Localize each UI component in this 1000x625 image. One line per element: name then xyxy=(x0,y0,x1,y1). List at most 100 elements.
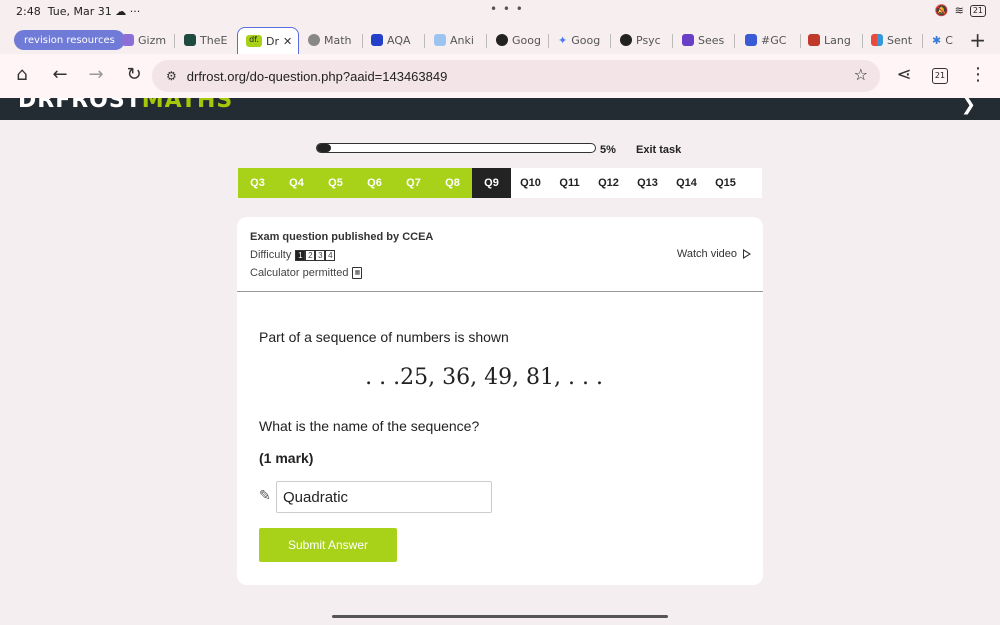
address-row: ⌂ ← → ↻ ⚙ drfrost.org/do-question.php?aa… xyxy=(0,54,1000,98)
tab-psych[interactable]: Psyc xyxy=(620,28,666,52)
tab-google-1[interactable]: Goog xyxy=(496,28,542,52)
tab-label: AQA xyxy=(387,33,411,47)
tab-label: #GC xyxy=(761,33,787,47)
new-tab-button[interactable]: + xyxy=(969,28,986,52)
calculator-label: Calculator permitted xyxy=(250,267,349,279)
tab-sees[interactable]: Sees xyxy=(682,28,728,52)
marks-label: (1 mark) xyxy=(259,450,314,466)
tab-gc[interactable]: #GC xyxy=(745,28,795,52)
tab-label: Math xyxy=(324,33,352,47)
exit-task-link[interactable]: Exit task xyxy=(636,144,681,156)
battery-icon: 21 xyxy=(969,4,986,17)
question-tab-q12[interactable]: Q12 xyxy=(589,168,628,198)
tab-thee[interactable]: TheE xyxy=(184,28,230,52)
pencil-icon: ✎ xyxy=(259,488,271,504)
more-dots-icon: • • • xyxy=(490,2,524,16)
logo-accent: MATHS xyxy=(141,98,234,113)
reload-icon[interactable]: ↻ xyxy=(122,64,146,85)
tab-google-2[interactable]: ✦ Goog xyxy=(558,28,604,52)
tab-separator xyxy=(922,34,923,48)
tab-drfrost-active[interactable]: df. Dr ✕ xyxy=(237,27,299,54)
tab-separator xyxy=(548,34,549,48)
time-text: 2:48 xyxy=(16,5,41,18)
question-nav: Q3 Q4 Q5 Q6 Q7 Q8 Q9 Q10 Q11 Q12 Q13 Q14 Q15 xyxy=(238,168,762,198)
tab-anki[interactable]: Anki xyxy=(434,28,480,52)
tab-bar: revision resources Gizm TheE df. Dr ✕ Math… xyxy=(0,24,1000,54)
question-tab-q13[interactable]: Q13 xyxy=(628,168,667,198)
tab-label: Psyc xyxy=(636,33,661,47)
tab-lang[interactable]: Lang xyxy=(808,28,858,52)
gesture-home-bar[interactable] xyxy=(332,615,668,618)
back-arrow-icon[interactable]: ← xyxy=(48,64,72,85)
watch-video-button[interactable]: Watch video xyxy=(677,248,751,260)
progress-fill xyxy=(317,144,331,152)
tab-gizmo[interactable]: Gizm xyxy=(122,28,168,52)
question-tab-q4[interactable]: Q4 xyxy=(277,168,316,198)
sees-favicon-icon xyxy=(682,34,694,46)
gc-favicon-icon xyxy=(745,34,757,46)
question-tab-q6[interactable]: Q6 xyxy=(355,168,394,198)
logo-main: DRFROST xyxy=(18,98,142,113)
lang-favicon-icon xyxy=(808,34,820,46)
drfrost-favicon-icon: df. xyxy=(246,35,262,47)
share-icon[interactable]: ⋖ xyxy=(892,64,916,85)
tab-aqa[interactable]: AQA xyxy=(371,28,417,52)
tab-separator xyxy=(800,34,801,48)
tab-separator xyxy=(862,34,863,48)
question-tab-q15[interactable]: Q15 xyxy=(706,168,745,198)
tab-separator xyxy=(424,34,425,48)
bookmark-star-icon[interactable]: ☆ xyxy=(854,65,868,84)
question-tab-q9[interactable]: Q9 xyxy=(472,168,511,198)
tab-count-icon[interactable]: 21 xyxy=(932,68,948,84)
answer-input[interactable] xyxy=(276,481,492,513)
question-tab-q3[interactable]: Q3 xyxy=(238,168,277,198)
question-tab-q8[interactable]: Q8 xyxy=(433,168,472,198)
tab-label: Goog xyxy=(571,33,601,47)
site-settings-icon[interactable]: ⚙ xyxy=(166,69,177,83)
tab-math[interactable]: Math xyxy=(308,28,358,52)
wifi-icon: ≋ xyxy=(954,4,964,17)
home-icon[interactable]: ⌂ xyxy=(10,64,34,85)
math-favicon-icon xyxy=(308,34,320,46)
calculator-icon: ▦ xyxy=(352,267,363,279)
tab-c[interactable]: ✱ C xyxy=(932,28,960,52)
site-logo[interactable]: DRFROSTMATHS xyxy=(18,98,233,113)
tab-label: Lang xyxy=(824,33,851,47)
chatgpt-favicon-icon xyxy=(496,34,508,46)
status-time: 2:48 Tue, Mar 31 ☁ ··· xyxy=(16,5,141,18)
question-tab-q10[interactable]: Q10 xyxy=(511,168,550,198)
psych-favicon-icon xyxy=(620,34,632,46)
calculator-row: Calculator permitted ▦ xyxy=(250,267,363,279)
difficulty-indicator: 1234 xyxy=(295,249,336,261)
question-tab-q11[interactable]: Q11 xyxy=(550,168,589,198)
question-meta: Exam question published by CCEA Difficul… xyxy=(237,217,763,292)
tab-separator xyxy=(174,34,175,48)
question-tab-q14[interactable]: Q14 xyxy=(667,168,706,198)
question-tab-q7[interactable]: Q7 xyxy=(394,168,433,198)
question-tab-q5[interactable]: Q5 xyxy=(316,168,355,198)
sequence-math: . . .25, 36, 49, 81, . . . xyxy=(365,365,603,390)
tab-sent[interactable]: Sent xyxy=(871,28,917,52)
tab-separator xyxy=(734,34,735,48)
difficulty-level-3: 3 xyxy=(315,249,326,261)
forward-arrow-icon[interactable]: → xyxy=(84,64,108,85)
date-text: Tue, Mar 31 xyxy=(47,5,112,18)
gemini-favicon-icon: ✦ xyxy=(558,33,568,47)
chevron-right-icon[interactable]: ❯ xyxy=(961,98,976,115)
submit-answer-button[interactable]: Submit Answer xyxy=(259,528,397,562)
progress-percent: 5% xyxy=(600,144,616,156)
tab-label: Sees xyxy=(698,33,725,47)
play-icon xyxy=(743,249,751,259)
tab-separator xyxy=(362,34,363,48)
url-text[interactable]: drfrost.org/do-question.php?aaid=1434638… xyxy=(187,69,448,84)
tab-group-revision[interactable]: revision resources xyxy=(14,30,125,50)
close-tab-icon[interactable]: ✕ xyxy=(283,35,292,48)
aqa-favicon-icon xyxy=(371,34,383,46)
address-bar[interactable]: ⚙ drfrost.org/do-question.php?aaid=14346… xyxy=(152,60,880,92)
menu-kebab-icon[interactable]: ⋮ xyxy=(966,64,990,85)
task-progress-bar xyxy=(316,143,596,153)
tab-label: Dr xyxy=(266,34,279,48)
gizmo-favicon-icon xyxy=(122,34,134,46)
gear-favicon-icon: ✱ xyxy=(932,33,942,47)
status-bar: 2:48 Tue, Mar 31 ☁ ··· • • • 🔕 ≋ 21 xyxy=(0,0,1000,24)
